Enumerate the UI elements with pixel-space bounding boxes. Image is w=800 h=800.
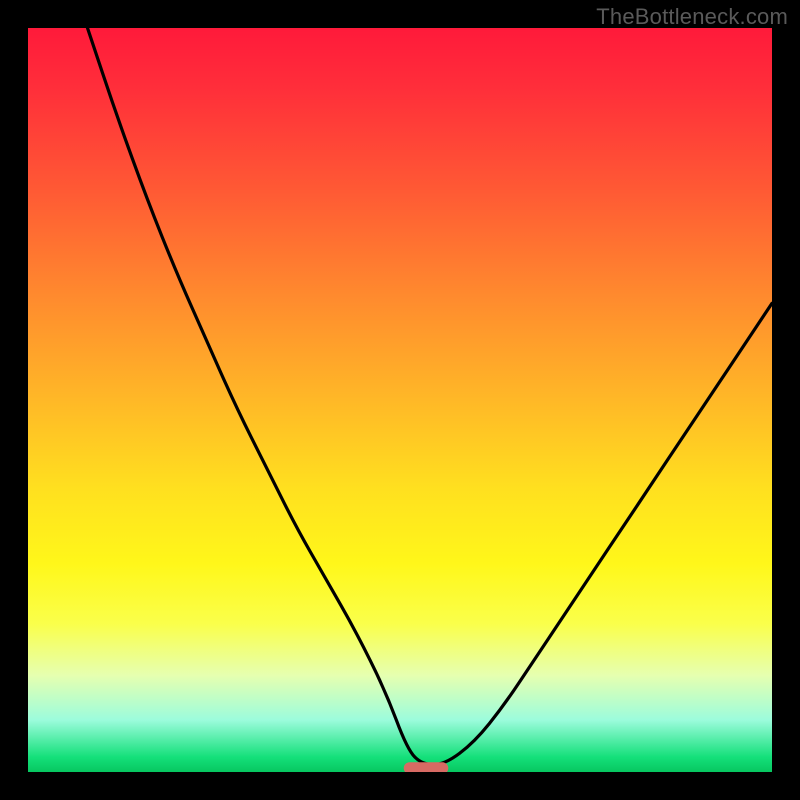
watermark-text: TheBottleneck.com [596,4,788,30]
plot-frame [28,28,772,772]
chart-overlay-svg [28,28,772,772]
chart-container: TheBottleneck.com [0,0,800,800]
bottleneck-curve [88,28,773,765]
valley-pill-marker [404,762,449,772]
